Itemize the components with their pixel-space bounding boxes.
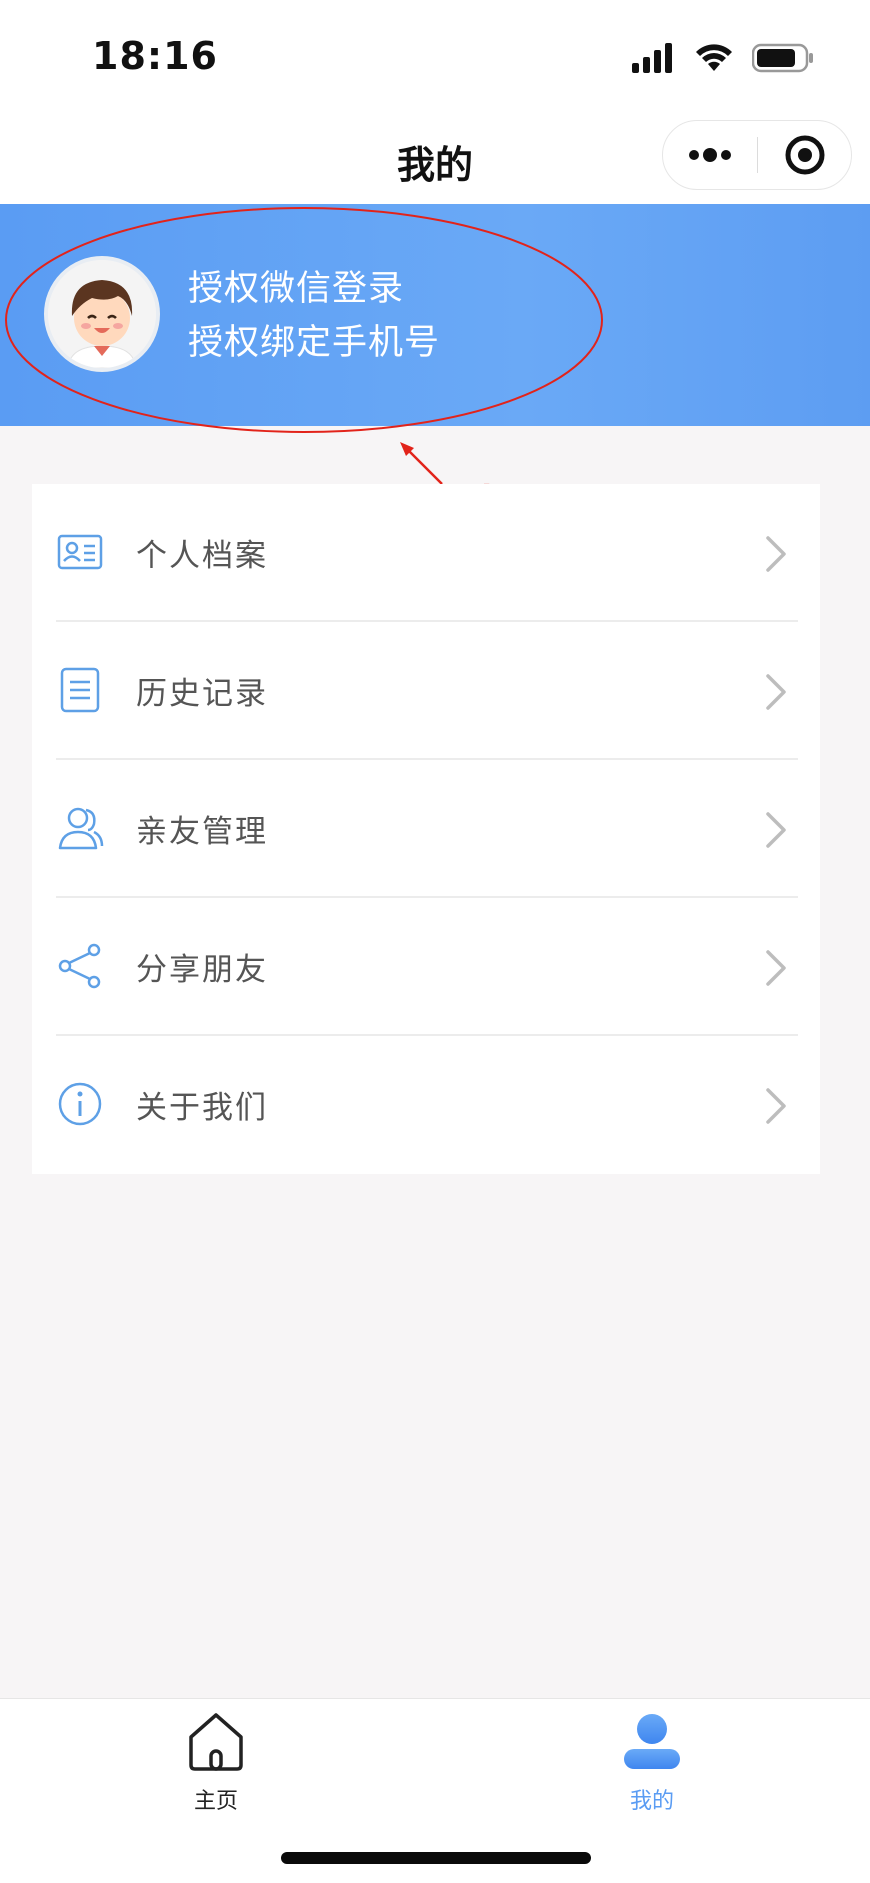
tab-mine-label: 我的: [629, 1789, 674, 1814]
avatar[interactable]: [44, 256, 160, 372]
menu-item-label: 个人档案: [136, 538, 268, 574]
cartoon-avatar-icon: [48, 260, 156, 368]
menu-item-profile[interactable]: 个人档案: [56, 484, 798, 622]
more-button[interactable]: [663, 121, 757, 189]
tab-home-label: 主页: [193, 1789, 238, 1814]
profile-card-icon: [57, 534, 103, 570]
battery-icon: [752, 43, 813, 73]
menu-item-label: 分享朋友: [136, 952, 268, 988]
document-icon: [60, 667, 100, 713]
mini-program-capsule: [662, 120, 852, 190]
menu-item-contacts[interactable]: 亲友管理: [56, 760, 798, 898]
chevron-right-icon: [766, 674, 786, 710]
user-icon: [624, 1714, 680, 1769]
wifi-icon: [696, 44, 732, 71]
status-time: 18:16: [92, 34, 218, 78]
menu-item-history[interactable]: 历史记录: [56, 622, 798, 760]
menu-item-label: 关于我们: [136, 1090, 268, 1126]
close-target-icon: [785, 135, 825, 175]
tab-mine[interactable]: 我的: [552, 1711, 752, 1821]
wechat-login-link[interactable]: 授权微信登录: [188, 262, 440, 316]
nav-bar: 我的: [0, 110, 870, 204]
bind-phone-link[interactable]: 授权绑定手机号: [188, 316, 440, 370]
menu-item-about[interactable]: 关于我们: [56, 1036, 798, 1174]
profile-header[interactable]: 授权微信登录 授权绑定手机号: [0, 204, 870, 426]
home-icon: [189, 1713, 243, 1771]
status-icons: [632, 40, 814, 76]
more-icon: [689, 148, 731, 162]
home-indicator[interactable]: [281, 1852, 591, 1864]
menu-item-share[interactable]: 分享朋友: [56, 898, 798, 1036]
status-bar: 18:16: [0, 0, 870, 110]
login-text-group[interactable]: 授权微信登录 授权绑定手机号: [188, 262, 440, 370]
chevron-right-icon: [766, 950, 786, 986]
chevron-right-icon: [766, 812, 786, 848]
tab-home[interactable]: 主页: [116, 1711, 316, 1821]
share-icon: [58, 943, 101, 989]
menu-card: 个人档案 历史记录 亲友管理 分享朋友 关于我们: [32, 484, 820, 1174]
chevron-right-icon: [766, 1088, 786, 1124]
contacts-icon: [58, 807, 104, 850]
close-button[interactable]: [759, 121, 851, 189]
menu-item-label: 历史记录: [136, 676, 268, 712]
info-icon: [58, 1082, 102, 1126]
capsule-divider: [757, 137, 758, 173]
chevron-right-icon: [766, 536, 786, 572]
menu-item-label: 亲友管理: [136, 814, 268, 850]
signal-icon: [632, 43, 672, 73]
